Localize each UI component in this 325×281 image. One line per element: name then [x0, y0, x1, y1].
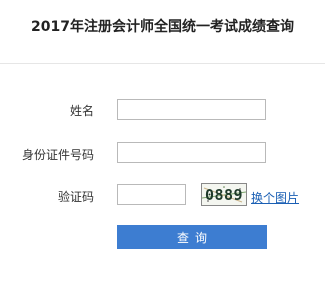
captcha-image[interactable]: 0889 [201, 183, 247, 206]
captcha-field[interactable] [117, 184, 186, 205]
id-number-field[interactable] [117, 142, 266, 163]
name-field[interactable] [117, 99, 266, 120]
id-number-label: 身份证件号码 [21, 148, 94, 162]
captcha-image-text: 0889 [205, 186, 243, 204]
name-label: 姓名 [69, 104, 94, 118]
query-button[interactable]: 查询 [117, 225, 267, 249]
captcha-label: 验证码 [57, 190, 94, 204]
page-title: 2017年注册会计师全国统一考试成绩查询 [31, 19, 294, 35]
refresh-captcha-link[interactable]: 换个图片 [251, 189, 299, 206]
header-divider [0, 63, 325, 64]
